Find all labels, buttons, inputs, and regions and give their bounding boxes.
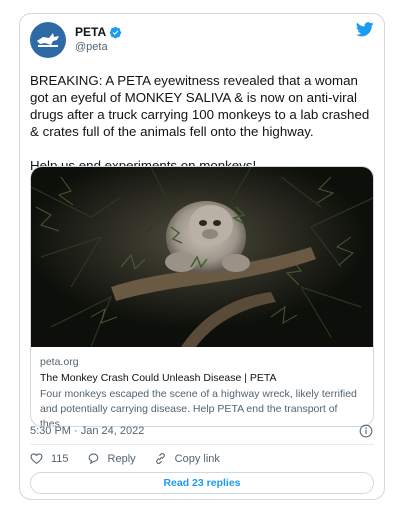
heart-icon	[30, 453, 43, 465]
like-count: 115	[51, 452, 69, 465]
link-preview-card[interactable]: peta.org The Monkey Crash Could Unleash …	[30, 166, 374, 427]
read-replies-button[interactable]: Read 23 replies	[30, 472, 374, 494]
author-info[interactable]: PETA @peta	[75, 25, 122, 53]
copy-link-button[interactable]: Copy link	[154, 452, 220, 465]
link-domain: peta.org	[40, 356, 79, 368]
copy-link-label: Copy link	[174, 452, 220, 465]
verified-badge-icon	[109, 26, 122, 38]
peta-bunny-logo-icon	[37, 33, 59, 47]
divider	[30, 444, 374, 445]
reply-button[interactable]: Reply	[87, 452, 136, 465]
like-button[interactable]: 115	[30, 452, 69, 465]
twitter-bird-icon[interactable]	[356, 22, 374, 37]
link-preview-meta[interactable]: peta.org The Monkey Crash Could Unleash …	[40, 355, 364, 427]
info-icon[interactable]	[359, 424, 373, 438]
link-description: Four monkeys escaped the scene of a high…	[40, 388, 357, 427]
reply-label: Reply	[107, 452, 136, 465]
tweet-actions: 115 Reply Copy link	[30, 452, 220, 465]
link-title: The Monkey Crash Could Unleash Disease |…	[40, 372, 277, 384]
author-display-name[interactable]: PETA	[75, 25, 106, 39]
tweet-paragraph: BREAKING: A PETA eyewitness revealed tha…	[30, 73, 370, 139]
link-preview-image[interactable]	[31, 167, 374, 347]
link-chain-icon	[155, 453, 165, 464]
avatar[interactable]	[30, 22, 66, 58]
tweet-header: PETA @peta	[30, 22, 374, 62]
tweet-card: PETA @peta BREAKING: A PETA eyewitness r…	[19, 13, 385, 500]
tweet-timestamp[interactable]: 5:30 PM · Jan 24, 2022	[30, 425, 144, 437]
reply-bubble-icon	[88, 453, 98, 465]
author-handle[interactable]: @peta	[75, 41, 122, 53]
